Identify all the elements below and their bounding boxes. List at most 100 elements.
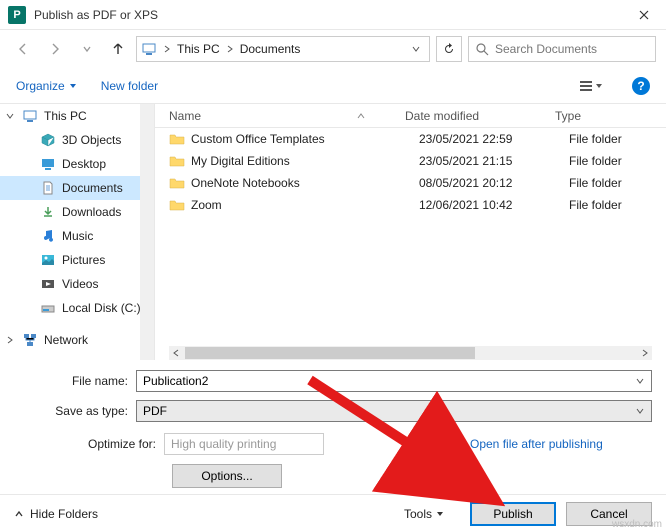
tree-label: Music xyxy=(62,229,93,243)
checkbox-input[interactable] xyxy=(448,438,461,451)
file-date: 12/06/2021 10:42 xyxy=(419,198,569,212)
refresh-button[interactable] xyxy=(436,36,462,62)
options-button[interactable]: Options... xyxy=(172,464,282,488)
tree-label: Videos xyxy=(62,277,98,291)
chevron-right-icon[interactable] xyxy=(224,37,236,61)
folder-icon xyxy=(169,131,185,147)
publish-button[interactable]: Publish xyxy=(470,502,556,526)
file-row[interactable]: OneNote Notebooks 08/05/2021 20:12 File … xyxy=(155,172,666,194)
titlebar: P Publish as PDF or XPS xyxy=(0,0,666,30)
chevron-right-icon[interactable] xyxy=(161,37,173,61)
tree-music[interactable]: Music xyxy=(0,224,154,248)
file-row[interactable]: My Digital Editions 23/05/2021 21:15 Fil… xyxy=(155,150,666,172)
music-icon xyxy=(40,228,56,244)
tree-network[interactable]: Network xyxy=(0,328,154,352)
tree-label: Desktop xyxy=(62,157,106,171)
chevron-down-icon[interactable] xyxy=(635,376,645,386)
navigation-bar: This PC Documents Search Documents xyxy=(0,30,666,68)
recent-dropdown[interactable] xyxy=(74,36,100,62)
file-date: 23/05/2021 22:59 xyxy=(419,132,569,146)
forward-button[interactable] xyxy=(42,36,68,62)
back-button[interactable] xyxy=(10,36,36,62)
organize-menu[interactable]: Organize xyxy=(16,79,77,93)
tree-downloads[interactable]: Downloads xyxy=(0,200,154,224)
hide-folders-button[interactable]: Hide Folders xyxy=(14,507,98,521)
cube-icon xyxy=(40,132,56,148)
file-list[interactable]: Name Date modified Type Custom Office Te… xyxy=(155,104,666,360)
folder-icon xyxy=(169,197,185,213)
address-dropdown[interactable] xyxy=(407,37,425,61)
file-row[interactable]: Zoom 12/06/2021 10:42 File folder xyxy=(155,194,666,216)
scroll-right-icon[interactable] xyxy=(638,346,652,360)
scrollbar-thumb[interactable] xyxy=(185,347,475,359)
tree-label: Documents xyxy=(62,181,123,195)
close-button[interactable] xyxy=(621,0,666,30)
file-row[interactable]: Custom Office Templates 23/05/2021 22:59… xyxy=(155,128,666,150)
search-icon xyxy=(475,42,489,56)
tree-label: Local Disk (C:) xyxy=(62,301,141,315)
column-date[interactable]: Date modified xyxy=(405,109,555,123)
chevron-right-icon[interactable] xyxy=(6,336,16,344)
column-name[interactable]: Name xyxy=(169,109,201,123)
file-type: File folder xyxy=(569,198,666,212)
breadcrumb-this-pc[interactable]: This PC xyxy=(173,42,224,56)
optimize-label: Optimize for: xyxy=(14,437,164,451)
savetype-label: Save as type: xyxy=(14,404,136,418)
tree-desktop[interactable]: Desktop xyxy=(0,152,154,176)
search-input[interactable]: Search Documents xyxy=(468,36,656,62)
folder-tree[interactable]: This PC 3D Objects Desktop Documents Dow… xyxy=(0,104,155,360)
horizontal-scrollbar[interactable] xyxy=(169,346,652,360)
pictures-icon xyxy=(40,252,56,268)
chevron-down-icon[interactable] xyxy=(6,112,16,120)
tree-videos[interactable]: Videos xyxy=(0,272,154,296)
desktop-icon xyxy=(40,156,56,172)
pc-icon xyxy=(22,108,38,124)
tree-this-pc[interactable]: This PC xyxy=(0,104,154,128)
tree-3d-objects[interactable]: 3D Objects xyxy=(0,128,154,152)
tree-label: This PC xyxy=(44,109,87,123)
chevron-down-icon xyxy=(436,510,444,518)
tools-menu[interactable]: Tools xyxy=(404,507,444,521)
tree-documents[interactable]: Documents xyxy=(0,176,154,200)
window-title: Publish as PDF or XPS xyxy=(34,8,158,22)
sort-asc-icon xyxy=(357,112,365,120)
publisher-app-icon: P xyxy=(8,6,26,24)
filename-input[interactable]: Publication2 xyxy=(136,370,652,392)
open-after-checkbox[interactable]: Open file after publishing xyxy=(444,435,603,454)
file-date: 23/05/2021 21:15 xyxy=(419,154,569,168)
up-button[interactable] xyxy=(106,37,130,61)
scroll-left-icon[interactable] xyxy=(169,346,183,360)
breadcrumb-documents[interactable]: Documents xyxy=(236,42,305,56)
tree-local-disk[interactable]: Local Disk (C:) xyxy=(0,296,154,320)
chevron-down-icon xyxy=(69,82,77,90)
column-type[interactable]: Type xyxy=(555,109,666,123)
optimize-value: High quality printing xyxy=(164,433,324,455)
pc-icon xyxy=(141,41,157,57)
toolbar: Organize New folder ? xyxy=(0,68,666,104)
search-placeholder: Search Documents xyxy=(495,42,597,56)
tree-pictures[interactable]: Pictures xyxy=(0,248,154,272)
file-date: 08/05/2021 20:12 xyxy=(419,176,569,190)
view-options-button[interactable] xyxy=(574,74,608,98)
file-name: My Digital Editions xyxy=(191,154,419,168)
tree-label: 3D Objects xyxy=(62,133,121,147)
main-area: This PC 3D Objects Desktop Documents Dow… xyxy=(0,104,666,360)
new-folder-button[interactable]: New folder xyxy=(101,79,158,93)
form-area: File name: Publication2 Save as type: PD… xyxy=(0,360,666,488)
tree-label: Downloads xyxy=(62,205,121,219)
watermark: wsxdn.com xyxy=(612,519,662,530)
videos-icon xyxy=(40,276,56,292)
file-type: File folder xyxy=(569,154,666,168)
tree-scrollbar[interactable] xyxy=(140,104,154,360)
file-name: Zoom xyxy=(191,198,419,212)
address-bar[interactable]: This PC Documents xyxy=(136,36,430,62)
folder-icon xyxy=(169,175,185,191)
network-icon xyxy=(22,332,38,348)
chevron-up-icon xyxy=(14,509,24,519)
savetype-dropdown[interactable]: PDF xyxy=(136,400,652,422)
bottom-bar: Hide Folders Tools Publish Cancel xyxy=(0,494,666,532)
file-name: OneNote Notebooks xyxy=(191,176,419,190)
file-list-header[interactable]: Name Date modified Type xyxy=(155,104,666,128)
help-button[interactable]: ? xyxy=(632,77,650,95)
download-icon xyxy=(40,204,56,220)
